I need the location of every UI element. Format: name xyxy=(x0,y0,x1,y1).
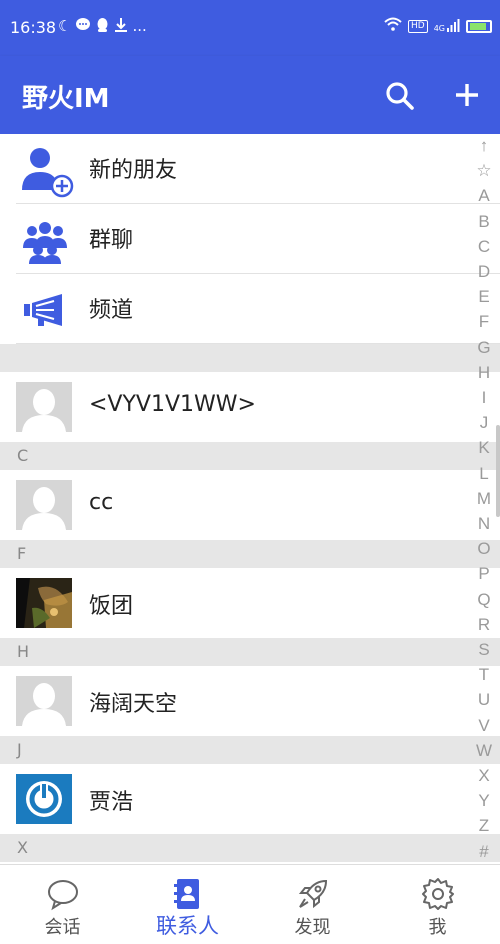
group-icon xyxy=(18,214,72,264)
contact-name: <VYV1V1WW> xyxy=(89,392,256,417)
section-header: H xyxy=(0,638,500,666)
index-letter[interactable]: Z xyxy=(473,816,495,836)
index-letter[interactable]: L xyxy=(473,464,495,484)
index-letter[interactable]: Y xyxy=(473,791,495,811)
nav-label: 发现 xyxy=(294,917,331,938)
nav-conversations[interactable]: 会话 xyxy=(0,865,125,944)
section-header: F xyxy=(0,540,500,568)
gear-icon xyxy=(421,877,455,911)
status-icons-left: ☾ ... xyxy=(58,17,147,37)
index-letter[interactable]: Q xyxy=(473,590,495,610)
nav-label: 我 xyxy=(428,917,447,938)
contact-name: 贾浩 xyxy=(89,790,134,815)
download-icon xyxy=(114,17,128,37)
nav-contacts[interactable]: 联系人 xyxy=(125,865,250,944)
contact-row[interactable]: cc xyxy=(0,470,500,540)
status-time: 16:38 xyxy=(10,18,57,37)
divider xyxy=(16,343,500,344)
contact-name: 海阔天空 xyxy=(89,692,178,717)
index-letter[interactable]: N xyxy=(473,514,495,534)
new-friends-item[interactable]: 新的朋友 xyxy=(0,134,500,204)
index-letter[interactable]: # xyxy=(473,842,495,862)
power-logo-avatar xyxy=(16,774,72,824)
app-title: 野火IM xyxy=(22,84,110,114)
index-letter[interactable]: J xyxy=(473,413,495,433)
index-letter[interactable]: B xyxy=(473,212,495,232)
index-letter[interactable]: I xyxy=(473,388,495,408)
contact-row[interactable]: 海阔天空 xyxy=(0,666,500,736)
index-letter[interactable]: O xyxy=(473,539,495,559)
index-letter[interactable]: R xyxy=(473,615,495,635)
index-letter[interactable]: P xyxy=(473,564,495,584)
app-bar: 野火IM xyxy=(0,56,500,134)
wifi-icon xyxy=(384,17,402,35)
index-letter[interactable]: E xyxy=(473,287,495,307)
index-letter[interactable]: W xyxy=(473,741,495,761)
contacts-book-icon xyxy=(171,877,205,911)
section-header: X xyxy=(0,834,500,862)
index-letter[interactable]: H xyxy=(473,363,495,383)
index-letter[interactable]: S xyxy=(473,640,495,660)
rocket-icon xyxy=(296,877,330,911)
section-spacer xyxy=(0,344,500,372)
chat-bubble-icon xyxy=(75,17,91,37)
contact-row[interactable]: <VYV1V1WW> xyxy=(0,372,500,442)
index-letter[interactable]: V xyxy=(473,716,495,736)
nav-label: 联系人 xyxy=(156,914,219,938)
contact-name: cc xyxy=(89,490,114,515)
hd-icon: HD xyxy=(408,19,428,33)
nav-label: 会话 xyxy=(44,917,81,938)
index-letter[interactable]: M xyxy=(473,489,495,509)
search-icon[interactable] xyxy=(384,80,416,112)
default-avatar xyxy=(16,676,72,726)
qq-icon xyxy=(95,17,110,37)
photo-avatar xyxy=(16,578,72,628)
index-letter[interactable]: D xyxy=(473,262,495,282)
group-chat-label: 群聊 xyxy=(89,228,134,253)
index-letter[interactable]: F xyxy=(473,312,495,332)
section-header: J xyxy=(0,736,500,764)
status-icons-right: HD 4G xyxy=(384,17,492,35)
index-letter[interactable]: C xyxy=(473,237,495,257)
screen: 16:38 ☾ ... HD 4G 野火IM 新的朋友 群聊 频道 <VYV1V… xyxy=(0,0,500,944)
contact-name: 饭团 xyxy=(89,594,134,619)
signal-4g-icon: 4G xyxy=(434,19,460,33)
channel-item[interactable]: 频道 xyxy=(0,274,500,344)
moon-icon: ☾ xyxy=(58,17,72,35)
new-friends-label: 新的朋友 xyxy=(89,158,178,183)
index-letter[interactable]: G xyxy=(473,338,495,358)
index-letter[interactable]: ↑ xyxy=(473,136,495,156)
default-avatar xyxy=(16,480,72,530)
default-avatar xyxy=(16,382,72,432)
group-chat-item[interactable]: 群聊 xyxy=(0,204,500,274)
nav-discover[interactable]: 发现 xyxy=(250,865,375,944)
index-letter[interactable]: U xyxy=(473,690,495,710)
battery-icon xyxy=(466,19,492,33)
add-icon[interactable] xyxy=(450,78,484,112)
contact-row[interactable]: 贾浩 xyxy=(0,764,500,834)
add-friend-icon xyxy=(18,144,74,198)
index-letter[interactable]: A xyxy=(473,186,495,206)
index-letter[interactable]: T xyxy=(473,665,495,685)
section-header: C xyxy=(0,442,500,470)
megaphone-icon xyxy=(18,284,72,334)
index-letter[interactable]: K xyxy=(473,438,495,458)
scrollbar-thumb[interactable] xyxy=(496,425,500,517)
more-icon: ... xyxy=(132,17,147,35)
status-bar: 16:38 ☾ ... HD 4G xyxy=(0,0,500,56)
chat-bubble-icon xyxy=(46,877,80,911)
bottom-nav: 会话 联系人 发现 我 xyxy=(0,864,500,944)
index-letter[interactable]: ☆ xyxy=(473,161,495,181)
contact-list[interactable]: 新的朋友 群聊 频道 <VYV1V1WW> C cc F 饭团 H 海阔天空 J… xyxy=(0,134,500,864)
nav-me[interactable]: 我 xyxy=(375,865,500,944)
index-letter[interactable]: X xyxy=(473,766,495,786)
contact-row[interactable]: 饭团 xyxy=(0,568,500,638)
channel-label: 频道 xyxy=(89,298,134,323)
